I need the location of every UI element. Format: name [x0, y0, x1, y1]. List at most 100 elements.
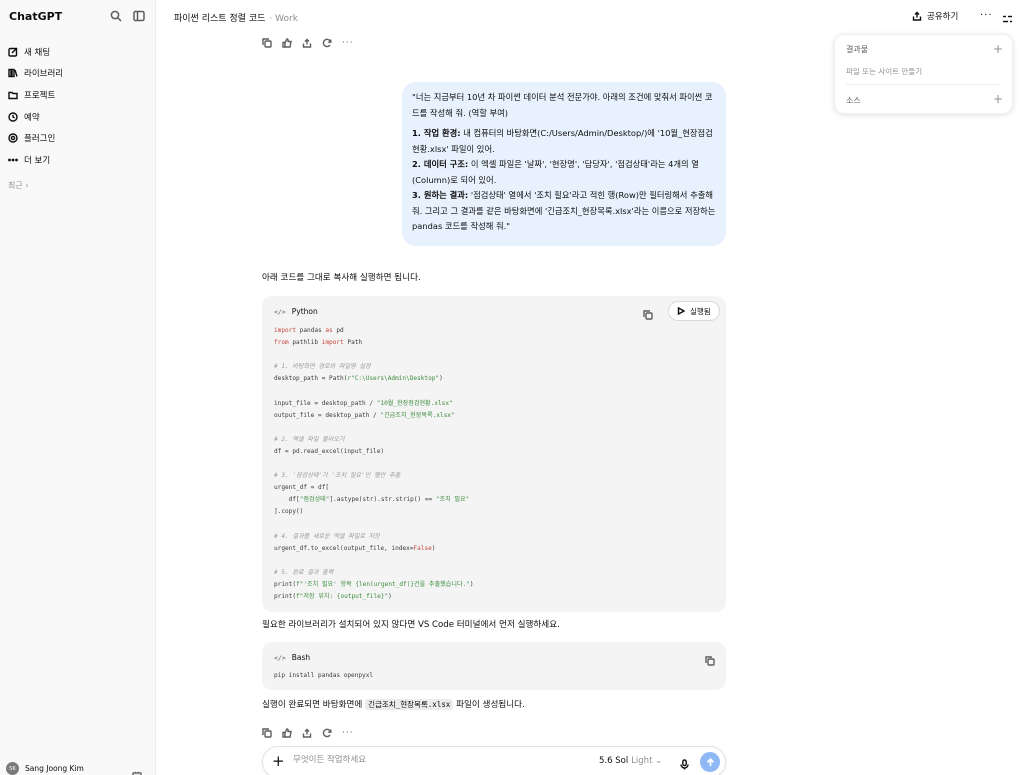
search-icon[interactable]	[109, 9, 122, 22]
code-token: print(	[274, 593, 297, 601]
code-token: )	[388, 593, 392, 601]
more-icon[interactable]: ···	[342, 728, 354, 738]
code-line: ].copy()	[274, 508, 303, 515]
code-block-bash: </> Bash pip install pandas openpyxl	[262, 642, 726, 690]
list-item: 1. 작업 환경: 내 컴퓨터의 바탕화면(C:/Users/Admin/Des…	[412, 126, 716, 157]
code-icon: </>	[274, 307, 286, 316]
code-token: "10월_현장점검현황.xlsx"	[376, 399, 453, 407]
code-line: # 2. 엑셀 파일 불러오기	[274, 436, 345, 443]
code-language-label: Python	[291, 307, 318, 316]
divider	[846, 84, 1001, 85]
add-source-icon[interactable]: +	[993, 93, 1003, 105]
results-subtitle[interactable]: 파일 또는 사이트 만들기	[846, 66, 922, 77]
sidebar-item-plugins[interactable]: 플러그인	[8, 127, 148, 149]
code-token: output_file = desktop_path /	[274, 411, 381, 419]
share-icon	[912, 11, 922, 21]
share-button[interactable]: 공유하기	[912, 10, 958, 22]
recent-section-toggle[interactable]: 최근 ›	[8, 180, 28, 191]
code-token: # 2. 엑셀 파일 불러오기	[274, 435, 345, 443]
copy-icon[interactable]	[262, 33, 272, 52]
code-token: df[	[274, 496, 300, 504]
code-line: output_file = desktop_path / "긴급조치_현장목록.…	[274, 412, 455, 419]
sources-title: 소스	[846, 96, 861, 105]
add-attachment-icon[interactable]: +	[272, 753, 285, 769]
inline-code: 긴급조치_현장목록.xlsx	[365, 699, 454, 710]
microphone-icon[interactable]	[679, 755, 690, 774]
edit-icon	[8, 47, 18, 57]
message-input[interactable]	[293, 755, 583, 765]
code-block-header: </> Python	[274, 307, 318, 316]
feedback-icon[interactable]	[282, 723, 292, 742]
code-token: pandas	[296, 327, 326, 334]
code-token: "점검상태"	[299, 496, 330, 504]
arrow-up-icon	[706, 757, 714, 766]
regenerate-icon[interactable]	[322, 33, 332, 52]
folder-icon	[8, 91, 18, 100]
run-code-button[interactable]: 실행됨	[668, 301, 720, 321]
code-token: urgent_df = df[	[274, 484, 330, 492]
sidebar-item-projects[interactable]: 프로젝트	[8, 84, 148, 106]
copy-icon[interactable]	[262, 723, 272, 742]
code-content[interactable]: pip install pandas openpyxl	[274, 670, 373, 682]
sidebar-toggle-icon[interactable]	[132, 9, 145, 22]
send-button[interactable]	[700, 752, 720, 772]
code-token: r"C:\Users\Admin\Desktop"	[347, 375, 440, 383]
list-item: 3. 원하는 결과: '점검상태' 열에서 '조치 필요'라고 적힌 행(Row…	[412, 188, 716, 235]
code-line: import pandas as pd	[274, 327, 344, 334]
sidebar-item-label: 프로젝트	[24, 90, 56, 101]
assistant-outro-text: 실행이 완료되면 바탕화면에 긴급조치_현장목록.xlsx 파일이 생성됩니다.	[262, 698, 525, 710]
user-message: "너는 지금부터 10년 차 파이썬 데이터 분석 전문가야. 아래의 조건에 …	[402, 82, 726, 246]
sidebar-item-new-chat[interactable]: 새 채팅	[8, 41, 148, 63]
code-line: input_file = desktop_path / "10월_현장점검현황.…	[274, 400, 453, 407]
avatar: SK	[6, 762, 19, 775]
list-item: 2. 데이터 구조: 이 엑셀 파일은 '날짜', '현장명', '담당자', …	[412, 157, 716, 188]
library-icon	[8, 69, 18, 78]
share-icon[interactable]	[302, 33, 312, 52]
user-profile[interactable]: SK Sang Joong Kim	[6, 762, 84, 775]
share-icon[interactable]	[302, 723, 312, 742]
code-token: desktop_path = Path(	[274, 375, 348, 383]
code-block-python: </> Python 실행됨 import pandas as pd from …	[262, 296, 726, 612]
panel-toggle-icon[interactable]	[1002, 10, 1013, 29]
conversation-title[interactable]: 파이썬 리스트 정렬 코드 · Work	[174, 11, 298, 24]
regenerate-icon[interactable]	[322, 723, 332, 742]
code-line: # 4. 결과를 새로운 엑셀 파일로 저장	[274, 533, 380, 540]
sidebar-item-label: 더 보기	[24, 155, 51, 166]
feedback-icon[interactable]	[282, 33, 292, 52]
code-icon: </>	[274, 653, 286, 662]
code-line: print(f"'조치 필요' 항목 {len(urgent_df)}건을 추출…	[274, 581, 474, 588]
code-token: print(	[274, 580, 297, 588]
page-title: 파이썬 리스트 정렬 코드	[174, 14, 266, 24]
apps-icon[interactable]	[132, 766, 142, 775]
code-line: from pathlib import Path	[274, 339, 362, 346]
code-line: urgent_df.to_excel(output_file, index=Fa…	[274, 545, 435, 552]
assistant-install-text: 필요한 라이브러리가 설치되어 있지 않다면 VS Code 터미널에서 먼저 …	[262, 620, 560, 630]
more-options-icon[interactable]: ···	[980, 10, 993, 21]
share-label: 공유하기	[927, 12, 959, 22]
sidebar-item-library[interactable]: 라이브러리	[8, 63, 148, 85]
code-line: pip install pandas openpyxl	[274, 672, 373, 679]
sidebar-nav: 새 채팅 라이브러리 프로젝트 예약 플러그인 더 보기	[8, 41, 148, 171]
user-message-intro: "너는 지금부터 10년 차 파이썬 데이터 분석 전문가야. 아래의 조건에 …	[412, 92, 713, 118]
code-content[interactable]: import pandas as pd from pathlib import …	[274, 325, 474, 603]
add-result-icon[interactable]: +	[993, 43, 1003, 55]
sidebar-item-label: 라이브러리	[24, 69, 64, 80]
code-token: pip install pandas openpyxl	[274, 672, 374, 679]
copy-code-icon[interactable]	[643, 305, 653, 324]
code-token: f"저장 위치: {output_file}"	[296, 593, 389, 601]
code-token: # 1. 바탕화면 경로와 파일명 설정	[274, 363, 371, 371]
chat-app: ChatGPT 새 채팅 라이브러리 프로젝트 예약 플러그인 더 보기 최근 …	[0, 0, 1024, 775]
code-token: from	[274, 339, 289, 347]
copy-code-icon[interactable]	[705, 651, 715, 670]
more-icon[interactable]: ···	[342, 38, 354, 48]
code-token: ].copy()	[274, 508, 304, 516]
code-line: # 3. '점검상태'가 '조치 필요'인 행만 추출	[274, 472, 400, 479]
code-line: # 5. 완료 결과 출력	[274, 569, 333, 576]
code-token: f"'조치 필요' 항목 {len(urgent_df)}건을 추출했습니다."	[296, 580, 470, 588]
sidebar-item-schedule[interactable]: 예약	[8, 106, 148, 128]
sidebar-item-more[interactable]: 더 보기	[8, 149, 148, 171]
play-icon	[677, 307, 685, 315]
brand-title[interactable]: ChatGPT	[9, 10, 62, 23]
code-token: # 5. 완료 결과 출력	[274, 568, 334, 576]
model-selector[interactable]: 5.6 Sol Light ⌄	[599, 756, 662, 766]
